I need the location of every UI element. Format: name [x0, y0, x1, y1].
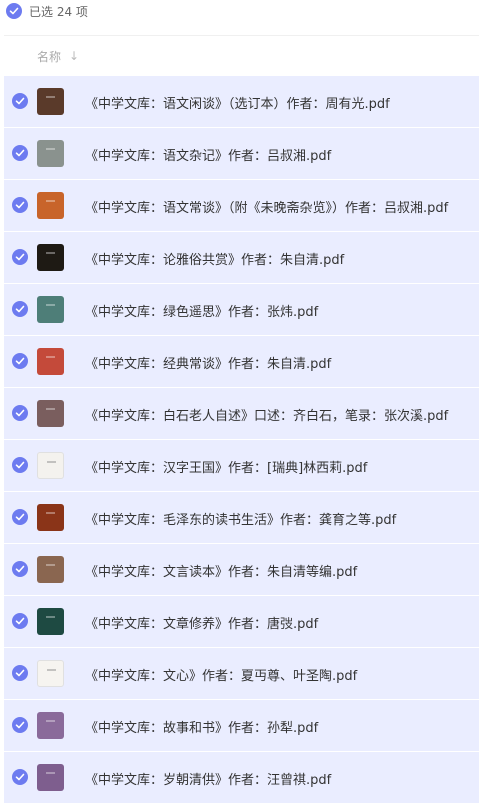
check-icon: [15, 97, 25, 105]
file-row[interactable]: 《中学文库：语文杂记》作者：吕叔湘.pdf: [4, 128, 479, 179]
file-row[interactable]: 《中学文库：语文常谈》（附《未晚斋杂览》）作者：吕叔湘.pdf: [4, 180, 479, 231]
check-icon: [15, 357, 25, 365]
file-name[interactable]: 《中学文库：岁朝清供》作者：汪曾祺.pdf: [85, 769, 331, 788]
pdf-thumbnail: [37, 348, 64, 375]
check-icon: [15, 669, 25, 677]
file-name[interactable]: 《中学文库：文言读本》作者：朱自清等编.pdf: [85, 561, 357, 580]
check-icon: [15, 513, 25, 521]
pdf-thumbnail: [37, 608, 64, 635]
select-all-checkbox[interactable]: [6, 3, 22, 19]
file-row[interactable]: 《中学文库：经典常谈》作者：朱自清.pdf: [4, 336, 479, 387]
name-column-header[interactable]: 名称: [37, 48, 61, 65]
check-icon: [15, 409, 25, 417]
row-checkbox[interactable]: [12, 457, 28, 473]
row-checkbox[interactable]: [12, 509, 28, 525]
pdf-thumbnail: [37, 192, 64, 219]
pdf-thumbnail: [37, 712, 64, 739]
file-name[interactable]: 《中学文库：白石老人自述》口述：齐白石，笔录：张次溪.pdf: [85, 405, 448, 424]
file-name[interactable]: 《中学文库：文章修养》作者：唐弢.pdf: [85, 613, 318, 632]
file-name[interactable]: 《中学文库：经典常谈》作者：朱自清.pdf: [85, 353, 331, 372]
check-icon: [15, 253, 25, 261]
file-name[interactable]: 《中学文库：语文常谈》（附《未晚斋杂览》）作者：吕叔湘.pdf: [85, 197, 448, 216]
check-icon: [15, 149, 25, 157]
row-checkbox[interactable]: [12, 145, 28, 161]
file-name[interactable]: 《中学文库：绿色遥思》作者：张炜.pdf: [85, 301, 318, 320]
pdf-thumbnail: [37, 400, 64, 427]
selection-bar: 已选 24 项: [0, 0, 479, 22]
file-row[interactable]: 《中学文库：岁朝清供》作者：汪曾祺.pdf: [4, 752, 479, 803]
file-row[interactable]: 《中学文库：绿色遥思》作者：张炜.pdf: [4, 284, 479, 335]
file-name[interactable]: 《中学文库：毛泽东的读书生活》作者：龚育之等.pdf: [85, 509, 396, 528]
row-checkbox[interactable]: [12, 353, 28, 369]
pdf-thumbnail: [37, 452, 64, 479]
row-checkbox[interactable]: [12, 197, 28, 213]
row-checkbox[interactable]: [12, 665, 28, 681]
check-icon: [15, 201, 25, 209]
pdf-thumbnail: [37, 660, 64, 687]
selected-count: 已选 24 项: [29, 4, 88, 19]
pdf-thumbnail: [37, 244, 64, 271]
pdf-thumbnail: [37, 764, 64, 791]
file-name[interactable]: 《中学文库：汉字王国》作者：[瑞典]林西莉.pdf: [85, 457, 367, 476]
file-list: 《中学文库：语文闲谈》（选订本）作者：周有光.pdf 《中学文库：语文杂记》作者：…: [4, 76, 479, 804]
file-row[interactable]: 《中学文库：文言读本》作者：朱自清等编.pdf: [4, 544, 479, 595]
check-icon: [15, 721, 25, 729]
check-icon: [15, 461, 25, 469]
pdf-thumbnail: [37, 504, 64, 531]
file-row[interactable]: 《中学文库：论雅俗共赏》作者：朱自清.pdf: [4, 232, 479, 283]
row-checkbox[interactable]: [12, 613, 28, 629]
row-checkbox[interactable]: [12, 301, 28, 317]
file-row[interactable]: 《中学文库：汉字王国》作者：[瑞典]林西莉.pdf: [4, 440, 479, 491]
file-name[interactable]: 《中学文库：论雅俗共赏》作者：朱自清.pdf: [85, 249, 344, 268]
check-icon: [15, 773, 25, 781]
file-row[interactable]: 《中学文库：文心》作者：夏丏尊、叶圣陶.pdf: [4, 648, 479, 699]
pdf-thumbnail: [37, 140, 64, 167]
file-row[interactable]: 《中学文库：毛泽东的读书生活》作者：龚育之等.pdf: [4, 492, 479, 543]
check-icon: [15, 305, 25, 313]
file-name[interactable]: 《中学文库：语文杂记》作者：吕叔湘.pdf: [85, 145, 331, 164]
file-row[interactable]: 《中学文库：白石老人自述》口述：齐白石，笔录：张次溪.pdf: [4, 388, 479, 439]
row-checkbox[interactable]: [12, 561, 28, 577]
file-row[interactable]: 《中学文库：故事和书》作者：孙犁.pdf: [4, 700, 479, 751]
check-icon: [15, 617, 25, 625]
file-row[interactable]: 《中学文库：语文闲谈》（选订本）作者：周有光.pdf: [4, 76, 479, 127]
file-name[interactable]: 《中学文库：语文闲谈》（选订本）作者：周有光.pdf: [85, 93, 390, 112]
pdf-thumbnail: [37, 296, 64, 323]
check-icon: [9, 7, 19, 15]
column-header: 名称 ↓: [4, 35, 479, 76]
pdf-thumbnail: [37, 88, 64, 115]
row-checkbox[interactable]: [12, 717, 28, 733]
file-name[interactable]: 《中学文库：文心》作者：夏丏尊、叶圣陶.pdf: [85, 665, 357, 684]
row-checkbox[interactable]: [12, 93, 28, 109]
file-name[interactable]: 《中学文库：故事和书》作者：孙犁.pdf: [85, 717, 318, 736]
check-icon: [15, 565, 25, 573]
row-checkbox[interactable]: [12, 405, 28, 421]
arrow-down-icon[interactable]: ↓: [69, 49, 79, 63]
row-checkbox[interactable]: [12, 249, 28, 265]
pdf-thumbnail: [37, 556, 64, 583]
file-row[interactable]: 《中学文库：文章修养》作者：唐弢.pdf: [4, 596, 479, 647]
